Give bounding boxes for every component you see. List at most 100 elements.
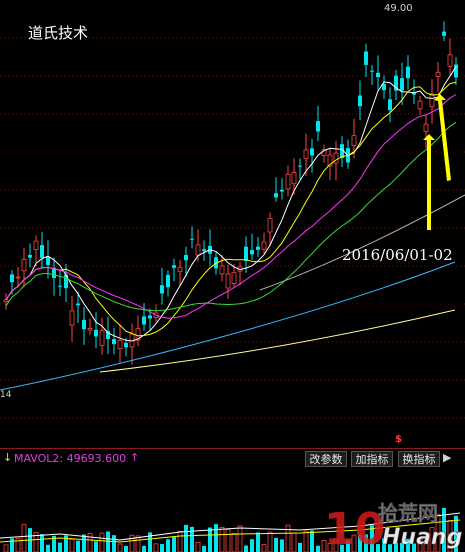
volume-bar bbox=[21, 524, 27, 552]
volume-bar bbox=[87, 533, 93, 552]
candle-body bbox=[87, 328, 93, 331]
candle-body bbox=[40, 245, 44, 258]
volume-bar bbox=[244, 545, 248, 552]
candle-body bbox=[82, 319, 86, 330]
candle-body bbox=[148, 315, 152, 319]
volume-bar bbox=[298, 542, 302, 552]
candle-body bbox=[21, 259, 27, 272]
candle-body bbox=[112, 339, 116, 345]
modify-params-button[interactable]: 改参数 bbox=[305, 451, 347, 467]
candle-body bbox=[388, 99, 392, 111]
price-low-label: 14 bbox=[0, 390, 12, 400]
candle-body bbox=[15, 276, 21, 279]
candle-body bbox=[370, 70, 374, 72]
volume-bar bbox=[3, 544, 9, 552]
watermark-number: 10 bbox=[324, 504, 385, 552]
volume-bar bbox=[261, 544, 267, 552]
candle-body bbox=[172, 265, 176, 268]
volume-bar bbox=[316, 545, 320, 552]
candle-body bbox=[400, 78, 404, 91]
stock-title: 道氏技术 bbox=[28, 24, 89, 42]
volume-bar bbox=[124, 545, 128, 552]
panel-divider bbox=[0, 448, 465, 449]
candle-body bbox=[231, 272, 237, 284]
candle-body bbox=[177, 266, 183, 273]
volume-bar bbox=[166, 539, 170, 552]
volume-bar bbox=[94, 541, 98, 552]
candle-body bbox=[10, 274, 14, 283]
up-arrow-icon[interactable]: ↑ bbox=[130, 451, 139, 464]
volume-bar bbox=[274, 537, 278, 552]
switch-indicator-button[interactable]: 换指标 bbox=[398, 451, 440, 467]
volume-bar bbox=[202, 545, 206, 552]
volume-bar bbox=[291, 532, 297, 552]
volume-bar bbox=[214, 524, 218, 552]
candle-body bbox=[160, 285, 164, 294]
candle-body bbox=[142, 316, 146, 325]
volume-bar bbox=[135, 535, 141, 552]
candle-body bbox=[310, 148, 314, 156]
watermark-logo: 10 拾荒网 Huang bbox=[324, 501, 463, 552]
candle-body bbox=[429, 93, 435, 108]
candle-body bbox=[382, 84, 386, 91]
volume-bar bbox=[190, 526, 194, 552]
volume-bar bbox=[219, 526, 225, 552]
candle-body bbox=[435, 71, 441, 77]
candle-body bbox=[358, 95, 362, 107]
volume-bar bbox=[69, 538, 75, 552]
volume-bar bbox=[267, 531, 273, 552]
candle-body bbox=[28, 254, 32, 258]
volume-bar bbox=[58, 542, 62, 552]
volume-bar bbox=[82, 534, 86, 552]
down-arrow-icon[interactable]: ↓ bbox=[3, 451, 12, 464]
volume-bar bbox=[256, 532, 260, 552]
date-annotation: 2016/06/01-02 bbox=[342, 246, 453, 264]
annotation-arrow-left bbox=[423, 134, 435, 230]
candle-body bbox=[316, 121, 320, 132]
chevron-right-icon[interactable]: ▶ bbox=[443, 451, 451, 464]
volume-bar bbox=[237, 525, 243, 552]
candle-body bbox=[76, 303, 80, 306]
volume-bar bbox=[310, 530, 314, 552]
candle-body bbox=[202, 249, 206, 252]
ma30-line bbox=[5, 121, 457, 312]
candle-body bbox=[190, 238, 194, 240]
candle-body bbox=[225, 273, 231, 289]
watermark-brand-en: Huang bbox=[382, 525, 462, 550]
candle-body bbox=[285, 173, 291, 190]
volume-bar bbox=[153, 543, 159, 552]
candle-body bbox=[303, 149, 309, 160]
candle-body bbox=[117, 340, 123, 350]
volume-bar bbox=[10, 538, 14, 552]
candle-body bbox=[280, 189, 284, 192]
volume-bar bbox=[160, 544, 164, 552]
volume-bar bbox=[303, 530, 309, 552]
ma20-line bbox=[5, 94, 457, 319]
candle-body bbox=[58, 285, 62, 287]
signal-mark: $ bbox=[395, 434, 402, 445]
volume-bar bbox=[195, 541, 201, 552]
volume-bar bbox=[76, 540, 80, 552]
volume-bar bbox=[208, 527, 212, 552]
volume-bar bbox=[184, 524, 188, 552]
volume-bar bbox=[40, 534, 44, 552]
candle-body bbox=[256, 246, 260, 250]
candle-body bbox=[184, 254, 188, 261]
volume-bar bbox=[99, 532, 105, 552]
candle-body bbox=[298, 165, 302, 167]
candlestick-chart[interactable] bbox=[0, 0, 465, 445]
add-indicator-button[interactable]: 加指标 bbox=[351, 451, 393, 467]
candle-body bbox=[291, 172, 297, 185]
candle-body bbox=[261, 241, 267, 250]
candle-body bbox=[219, 265, 225, 275]
candle-body bbox=[94, 329, 98, 337]
candle-body bbox=[406, 66, 410, 79]
watermark-brand-cn: 拾荒网 bbox=[378, 501, 438, 525]
price-high-label: 49.00 bbox=[384, 3, 413, 14]
annotation-arrow-right bbox=[434, 94, 451, 181]
volume-bar bbox=[231, 533, 237, 552]
candle-body bbox=[351, 135, 357, 146]
ma10-line bbox=[5, 81, 457, 337]
volume-bar bbox=[280, 539, 284, 552]
volume-bar bbox=[117, 543, 123, 552]
